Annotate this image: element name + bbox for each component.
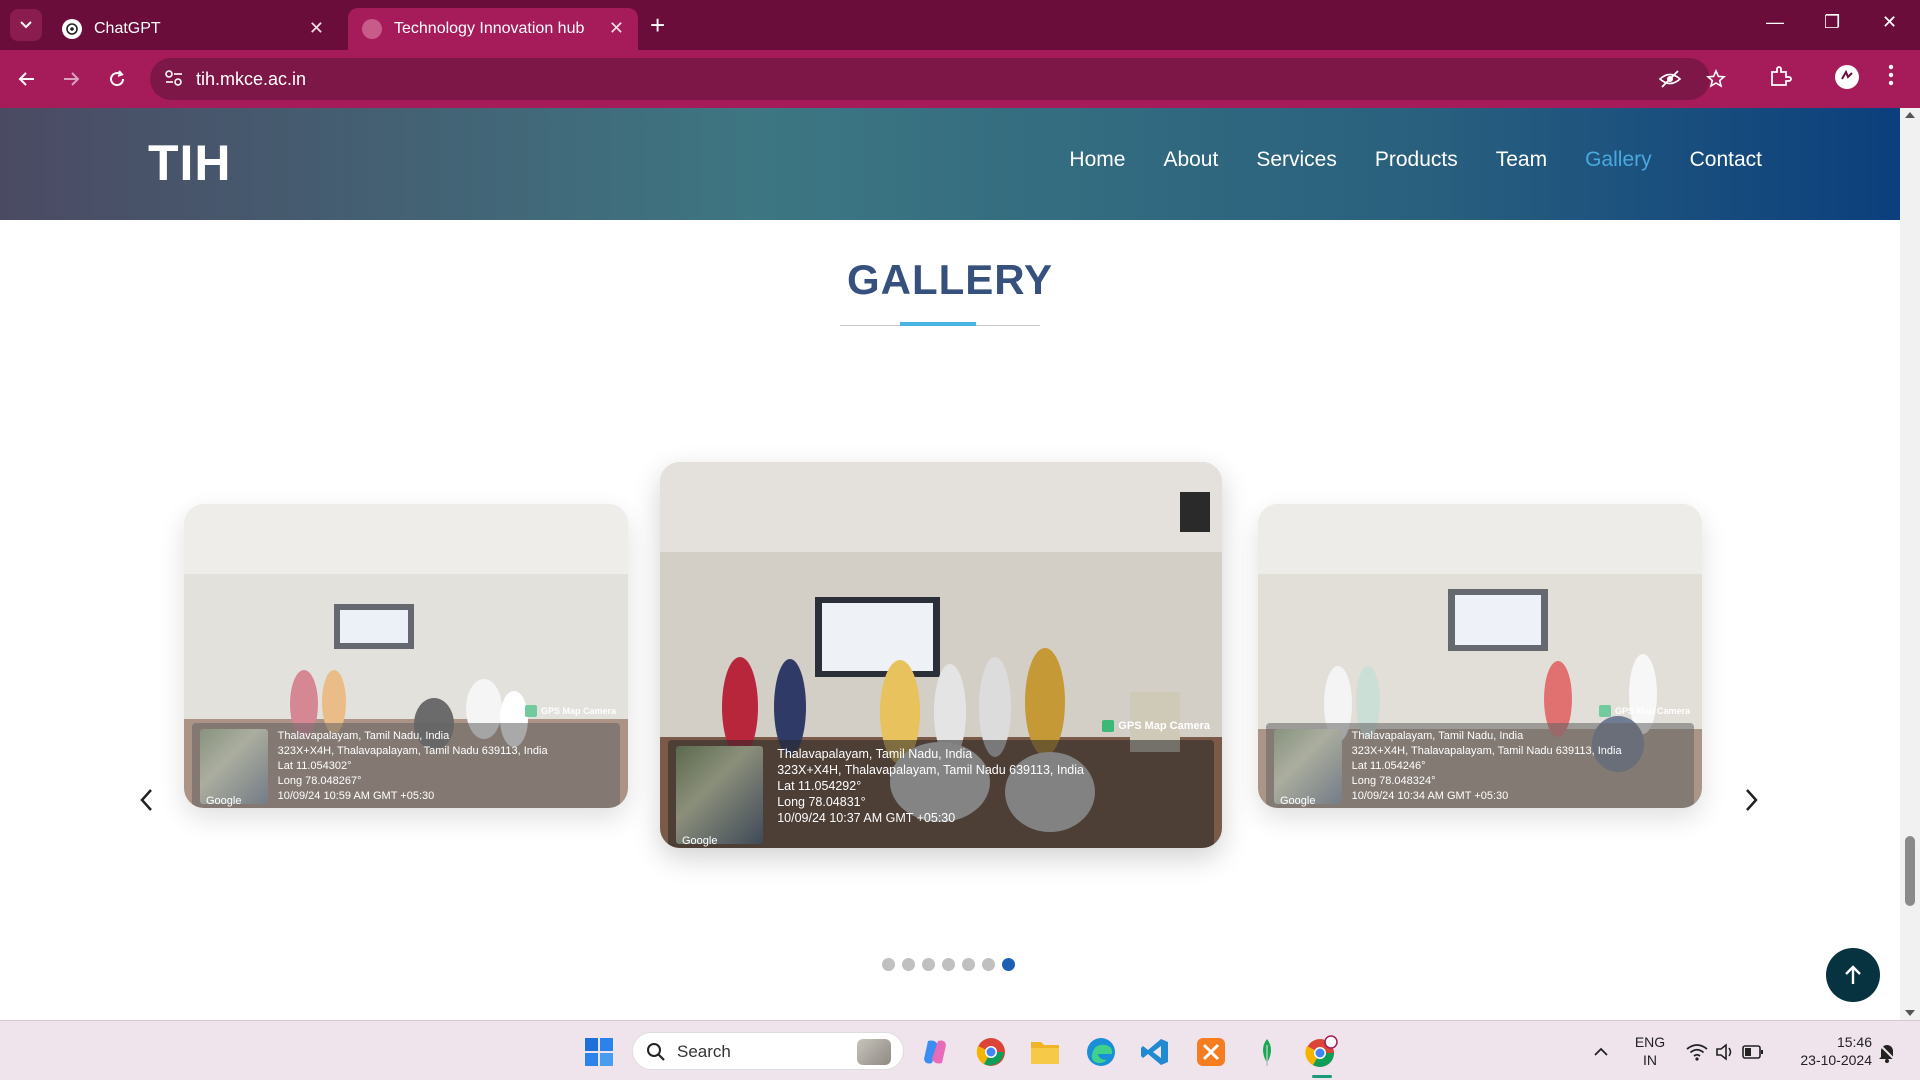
nav-services[interactable]: Services (1256, 148, 1337, 172)
arrow-right-icon (64, 72, 80, 86)
tab-title: ChatGPT (94, 20, 161, 37)
site-info-icon[interactable] (164, 69, 184, 92)
geo-text: Thalavapalayam, Tamil Nadu, India 323X+X… (1351, 729, 1622, 802)
gallery-slide-left[interactable]: GPS Map Camera Thalavapalayam, Tamil Nad… (184, 504, 628, 808)
menu-kebab-icon[interactable] (1888, 64, 1894, 91)
reload-icon (110, 70, 125, 87)
arrow-up-icon (1845, 965, 1861, 984)
map-thumbnail (200, 728, 269, 804)
carousel-dot[interactable] (922, 958, 935, 971)
address-bar[interactable]: tih.mkce.ac.in (150, 58, 1726, 100)
extensions-icon[interactable] (1768, 64, 1792, 93)
site-header: TIH Home About Services Products Team Ga… (0, 108, 1900, 220)
browser-tab-tih[interactable]: Technology Innovation hub ✕ (348, 8, 638, 50)
eye-slash-icon[interactable] (1658, 69, 1682, 94)
nav-gallery[interactable]: Gallery (1585, 148, 1652, 172)
close-window-icon[interactable]: ✕ (1882, 12, 1897, 33)
gallery-slide-right[interactable]: GPS Map Camera Thalavapalayam, Tamil Nad… (1258, 504, 1702, 808)
chevron-down-icon (20, 21, 32, 29)
gallery-slide-center[interactable]: GPS Map Camera Thalavapalayam, Tamil Nad… (660, 462, 1222, 848)
language-indicator[interactable]: ENG IN (1630, 1033, 1670, 1069)
carousel-dot[interactable] (882, 958, 895, 971)
forward-button[interactable] (56, 64, 86, 94)
site-logo[interactable]: TIH (148, 134, 232, 192)
nav-team[interactable]: Team (1496, 148, 1547, 172)
geo-text: Thalavapalayam, Tamil Nadu, India 323X+X… (277, 729, 548, 802)
chevron-right-icon (1746, 789, 1758, 811)
windows-start-icon[interactable] (582, 1035, 616, 1069)
back-to-top-button[interactable] (1826, 948, 1880, 1002)
edge-icon[interactable] (1084, 1035, 1118, 1069)
windows-taskbar: Search ENG IN 15:46 23-10-2024 (0, 1020, 1920, 1080)
nav-contact[interactable]: Contact (1690, 148, 1762, 172)
scrollbar-thumb[interactable] (1905, 836, 1915, 906)
back-button[interactable] (12, 64, 42, 94)
search-highlight-image (857, 1039, 891, 1065)
geo-text: Thalavapalayam, Tamil Nadu, India 323X+X… (777, 746, 1084, 825)
tab-search-button[interactable] (10, 9, 42, 41)
carousel-pagination (882, 958, 1015, 971)
search-label: Search (677, 1042, 731, 1061)
globe-icon (362, 19, 382, 39)
search-icon (646, 1042, 666, 1067)
chrome-profile-icon[interactable] (1304, 1035, 1338, 1069)
page-scrollbar[interactable] (1900, 108, 1920, 1020)
minimize-icon[interactable]: — (1766, 12, 1784, 33)
gps-map-camera-badge: GPS Map Camera (1598, 704, 1690, 717)
copilot-icon[interactable] (918, 1035, 952, 1069)
chrome-icon[interactable] (974, 1035, 1008, 1069)
chatgpt-icon (62, 19, 82, 39)
browser-toolbar: tih.mkce.ac.in (0, 50, 1920, 108)
reload-button[interactable] (102, 64, 132, 94)
chevron-up-icon[interactable] (1584, 1035, 1618, 1069)
gps-map-camera-badge: GPS Map Camera (1102, 720, 1210, 733)
vscode-icon[interactable] (1138, 1035, 1172, 1069)
new-tab-button[interactable]: + (650, 10, 665, 40)
battery-icon[interactable] (1736, 1035, 1770, 1069)
geo-info-overlay: Thalavapalayam, Tamil Nadu, India 323X+X… (1266, 722, 1694, 808)
carousel-next-button[interactable] (1740, 788, 1764, 812)
browser-tab-chatgpt[interactable]: ChatGPT ✕ (48, 8, 338, 50)
file-explorer-icon[interactable] (1028, 1035, 1062, 1069)
bookmark-star-icon[interactable] (1706, 69, 1726, 94)
carousel-dot[interactable] (942, 958, 955, 971)
taskbar-search[interactable]: Search (632, 1032, 904, 1070)
clock[interactable]: 15:46 23-10-2024 (1782, 1033, 1872, 1069)
nav-products[interactable]: Products (1375, 148, 1458, 172)
chevron-left-icon (140, 789, 152, 811)
notifications-bell-icon[interactable] (1870, 1035, 1904, 1069)
xampp-icon[interactable] (1194, 1035, 1228, 1069)
site-nav: Home About Services Products Team Galler… (1069, 148, 1762, 172)
restore-icon[interactable]: ❐ (1824, 12, 1840, 33)
browser-tab-strip: ChatGPT ✕ Technology Innovation hub ✕ + … (0, 0, 1920, 50)
active-app-indicator (1312, 1075, 1332, 1078)
geo-info-overlay: Thalavapalayam, Tamil Nadu, India 323X+X… (192, 722, 620, 808)
gps-map-camera-badge: GPS Map Camera (524, 704, 616, 717)
close-tab-icon[interactable]: ✕ (309, 18, 324, 39)
carousel-dot[interactable] (902, 958, 915, 971)
nav-home[interactable]: Home (1069, 148, 1125, 172)
scroll-up-arrow[interactable] (1905, 112, 1915, 118)
gallery-title: GALLERY (846, 256, 1054, 303)
google-credit: Google (206, 795, 242, 807)
google-credit: Google (682, 835, 718, 847)
carousel-prev-button[interactable] (134, 788, 158, 812)
nav-about[interactable]: About (1163, 148, 1218, 172)
tab-title: Technology Innovation hub (394, 20, 585, 37)
geo-info-overlay: Thalavapalayam, Tamil Nadu, India 323X+X… (668, 739, 1214, 848)
scroll-down-arrow[interactable] (1905, 1010, 1915, 1016)
carousel-dot[interactable] (962, 958, 975, 971)
profile-avatar-icon[interactable] (1834, 64, 1860, 95)
url-text: tih.mkce.ac.in (196, 69, 307, 89)
google-credit: Google (1280, 795, 1316, 807)
close-tab-icon[interactable]: ✕ (609, 18, 624, 39)
map-thumbnail (1274, 728, 1343, 804)
map-thumbnail (676, 745, 764, 844)
title-underline-accent (900, 322, 976, 326)
carousel-dot[interactable] (982, 958, 995, 971)
arrow-left-icon (18, 72, 34, 86)
mongodb-icon[interactable] (1250, 1035, 1284, 1069)
carousel-dot[interactable] (1002, 958, 1015, 971)
web-page: TIH Home About Services Products Team Ga… (0, 108, 1900, 1020)
